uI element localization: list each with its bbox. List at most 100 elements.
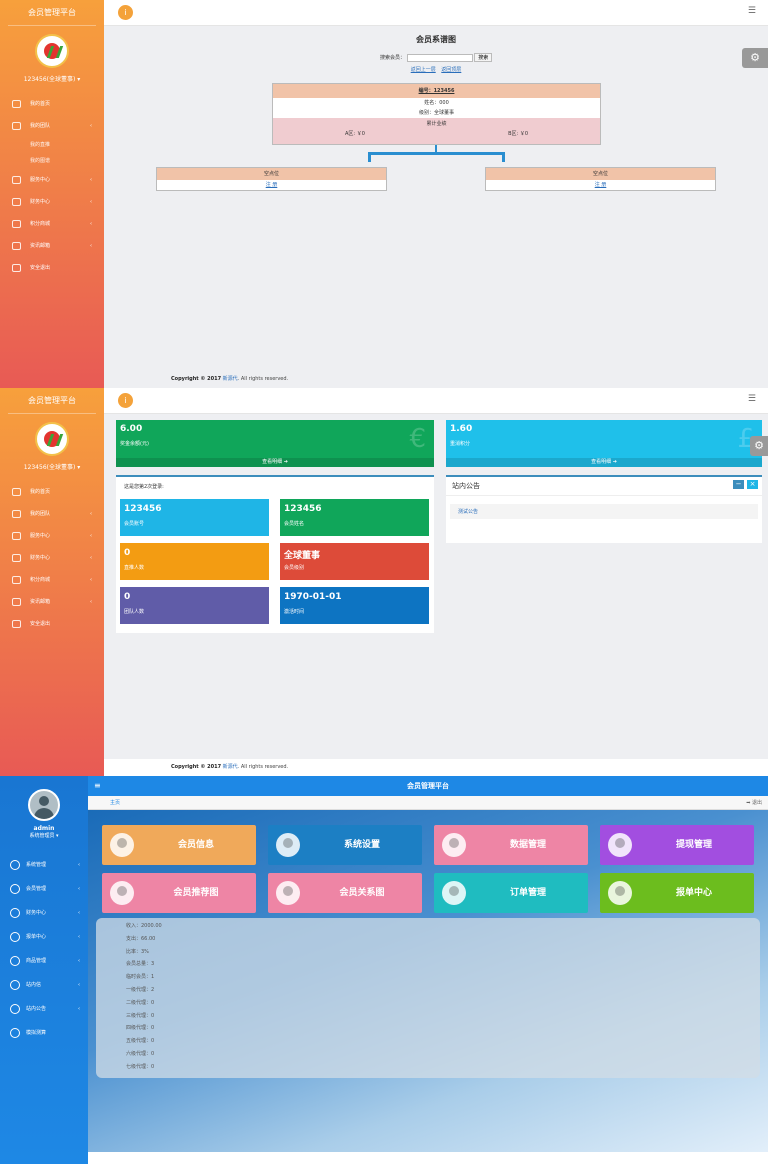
shortcut-tile[interactable]: 提现管理 bbox=[600, 825, 754, 865]
metric-card: 0 团队人数 bbox=[120, 587, 269, 624]
sidebar-item[interactable]: 财务中心 ‹ bbox=[0, 547, 104, 569]
tile-icon bbox=[442, 881, 466, 905]
admin-nav-item[interactable]: 报单中心 ‹ bbox=[0, 925, 88, 949]
close-icon[interactable]: × bbox=[747, 480, 758, 489]
sidebar-item[interactable]: 服务中心 ‹ bbox=[0, 169, 104, 191]
shortcut-tile[interactable]: 会员推荐图 bbox=[102, 873, 256, 913]
sidebar-item[interactable]: 资讯邮箱 ‹ bbox=[0, 235, 104, 257]
settings-gear-icon[interactable]: ⚙ bbox=[750, 436, 768, 456]
back-link[interactable]: 返回上一层 bbox=[411, 67, 436, 73]
admin-nav-item[interactable]: 会员管理 ‹ bbox=[0, 877, 88, 901]
register-link[interactable]: 注 册 bbox=[486, 180, 715, 191]
menu-icon[interactable]: ☰ bbox=[748, 394, 756, 404]
admin-nav-item[interactable]: 模拟测算 bbox=[0, 1021, 88, 1045]
balance-details-link[interactable]: 查看明细 ➔ bbox=[116, 458, 434, 467]
root-id[interactable]: 编号：123456 bbox=[273, 84, 600, 98]
notice-title: 站内公告 bbox=[452, 482, 480, 490]
sidebar-item[interactable]: 我的团队 ‹ bbox=[0, 115, 104, 137]
search-input[interactable] bbox=[406, 53, 473, 62]
sidebar-item[interactable]: 安全退出 bbox=[0, 257, 104, 279]
logout-button[interactable]: ➡ 退出 bbox=[746, 796, 762, 810]
search-button[interactable]: 搜索 bbox=[474, 53, 493, 62]
shortcut-tile[interactable]: 系统设置 bbox=[268, 825, 422, 865]
shortcut-tile[interactable]: 会员信息 bbox=[102, 825, 256, 865]
shortcut-tile[interactable]: 数据管理 bbox=[434, 825, 588, 865]
logo-icon bbox=[35, 34, 69, 68]
admin-nav-item[interactable]: 商品管理 ‹ bbox=[0, 949, 88, 973]
info-icon[interactable]: i bbox=[118, 393, 133, 408]
admin-nav-label: 商品管理 bbox=[26, 958, 47, 964]
company-link[interactable]: 新源代 bbox=[223, 376, 238, 382]
tile-icon bbox=[276, 833, 300, 857]
metric-card: 123456 会员姓名 bbox=[280, 499, 429, 536]
tile-icon bbox=[442, 833, 466, 857]
nav-icon bbox=[12, 242, 21, 250]
sidebar-item[interactable]: 积分商城 ‹ bbox=[0, 213, 104, 235]
admin-nav-item[interactable]: 站内信 ‹ bbox=[0, 973, 88, 997]
section-dashboard: 会员管理平台 123456(全球董事) ▾ 我的首页 我的团队 ‹ 服务中心 ‹ 财务中心… bbox=[0, 388, 768, 776]
stat-line: 七级代理：0 bbox=[126, 1063, 155, 1070]
admin-nav-item[interactable]: 系统管理 ‹ bbox=[0, 853, 88, 877]
logo-icon bbox=[35, 422, 69, 456]
sidebar-item[interactable]: 积分商城 ‹ bbox=[0, 569, 104, 591]
sidebar-item[interactable]: 服务中心 ‹ bbox=[0, 525, 104, 547]
tile-label: 会员推荐图 bbox=[173, 888, 219, 898]
notice-item[interactable]: 测试公告 bbox=[450, 504, 758, 519]
hamburger-icon[interactable]: ≡ bbox=[94, 776, 101, 796]
chevron-icon: ‹ bbox=[90, 123, 92, 129]
sidebar-item[interactable]: 我的直推 bbox=[0, 137, 104, 153]
chevron-icon: ‹ bbox=[78, 982, 80, 988]
nav-icon bbox=[12, 576, 21, 584]
tile-icon bbox=[110, 833, 134, 857]
shortcut-tile[interactable]: 报单中心 bbox=[600, 873, 754, 913]
tile-label: 报单中心 bbox=[675, 888, 712, 898]
connector bbox=[368, 152, 504, 155]
user-menu[interactable]: 123456(全球董事) ▾ bbox=[0, 462, 104, 471]
tile-icon bbox=[110, 881, 134, 905]
root-node: 编号：123456 姓名：000 级别：全球董事 累计业绩 A区: ￥0 B区:… bbox=[272, 83, 601, 145]
chevron-icon: ‹ bbox=[78, 886, 80, 892]
register-link[interactable]: 注 册 bbox=[157, 180, 386, 191]
metric-value: 1970-01-01 bbox=[284, 592, 342, 602]
home-tab[interactable]: 主页 bbox=[110, 796, 120, 810]
connector bbox=[502, 152, 505, 162]
points-details-link[interactable]: 查看明细 ➔ bbox=[446, 458, 762, 467]
sidebar-item[interactable]: 我的团队 ‹ bbox=[0, 503, 104, 525]
points-value: 1.60 bbox=[450, 424, 473, 434]
node-title: 空点位 bbox=[157, 168, 386, 180]
nav-icon bbox=[10, 1004, 20, 1014]
info-icon[interactable]: i bbox=[118, 5, 133, 20]
admin-nav-label: 系统管理 bbox=[26, 862, 47, 868]
settings-gear-icon[interactable]: ⚙ bbox=[742, 48, 768, 68]
node-title: 空点位 bbox=[486, 168, 715, 180]
tile-label: 会员信息 bbox=[177, 840, 214, 850]
perf-title: 累计业绩 bbox=[426, 121, 447, 127]
sidebar-brand: 会员管理平台 bbox=[8, 388, 96, 414]
collapse-icon[interactable]: − bbox=[733, 480, 744, 489]
metric-value: 123456 bbox=[284, 504, 322, 514]
sidebar-item-label: 服务中心 bbox=[30, 533, 51, 539]
admin-nav-item[interactable]: 财务中心 ‹ bbox=[0, 901, 88, 925]
admin-name: admin bbox=[33, 825, 55, 832]
company-link[interactable]: 新源代 bbox=[223, 764, 238, 770]
balance-label: 奖金余额(元) bbox=[120, 441, 149, 447]
sidebar-item[interactable]: 我的图谱 bbox=[0, 153, 104, 169]
sidebar-item[interactable]: 安全退出 bbox=[0, 613, 104, 635]
sidebar-item[interactable]: 财务中心 ‹ bbox=[0, 191, 104, 213]
sidebar-item[interactable]: 资讯邮箱 ‹ bbox=[0, 591, 104, 613]
sidebar-item[interactable]: 我的首页 bbox=[0, 93, 104, 115]
stat-line: 临时会员：1 bbox=[126, 974, 155, 981]
sidebar-item-label: 安全退出 bbox=[30, 621, 51, 627]
top-link[interactable]: 返回顶层 bbox=[441, 67, 461, 73]
user-menu[interactable]: 123456(全球董事) ▾ bbox=[0, 74, 104, 83]
shortcut-tile[interactable]: 订单管理 bbox=[434, 873, 588, 913]
admin-nav-item[interactable]: 站内公告 ‹ bbox=[0, 997, 88, 1021]
b-area: B区: ￥0 bbox=[508, 131, 528, 137]
section-genealogy: 会员管理平台 123456(全球董事) ▾ 我的首页 我的团队 ‹ 我的直推 我的图谱服… bbox=[0, 0, 768, 388]
tile-label: 系统设置 bbox=[343, 840, 380, 850]
menu-icon[interactable]: ☰ bbox=[748, 6, 756, 16]
admin-role[interactable]: 系统管理员 ▾ bbox=[0, 832, 88, 839]
sidebar-item-label: 资讯邮箱 bbox=[30, 599, 51, 605]
shortcut-tile[interactable]: 会员关系图 bbox=[268, 873, 422, 913]
sidebar-item[interactable]: 我的首页 bbox=[0, 481, 104, 503]
